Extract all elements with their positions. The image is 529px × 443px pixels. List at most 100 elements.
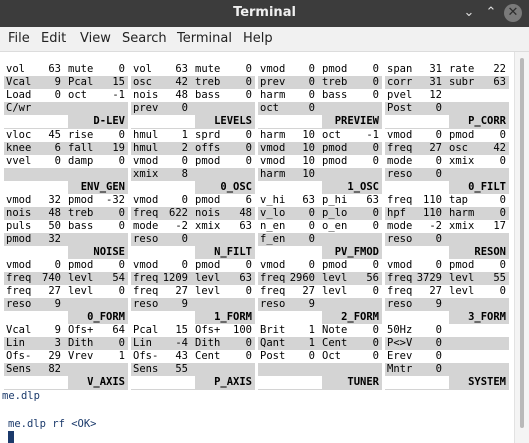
parameter-row: freq 740 levl 54 bbox=[4, 272, 128, 285]
param-value: 0 bbox=[499, 259, 506, 271]
param-label: pmod bbox=[195, 194, 221, 206]
param-label: Sens bbox=[6, 363, 32, 375]
param-label: freq bbox=[133, 272, 159, 284]
param-label: freq bbox=[6, 285, 32, 297]
param-value: 48 bbox=[48, 207, 61, 219]
parameter-row: vmod 0 pmod 0 bbox=[385, 259, 509, 272]
close-icon[interactable]: ✕ bbox=[504, 4, 522, 22]
param-label: rise bbox=[68, 129, 94, 141]
param-value: 9 bbox=[181, 298, 188, 310]
param-value: 9 bbox=[308, 298, 315, 310]
param-label: freq bbox=[260, 285, 286, 297]
parameter-row: freq 27 levl 0 bbox=[385, 285, 509, 298]
param-label: reso bbox=[133, 298, 159, 310]
terminal-area[interactable]: vol 63 mute 0 Vcal 9 Pcal 15 Load 0 oct -1 C/wr D-LEV… bbox=[0, 52, 514, 443]
param-label: vmod bbox=[260, 63, 286, 75]
param-value: 0 bbox=[372, 155, 379, 167]
param-label: levl bbox=[68, 272, 94, 284]
menu-help[interactable]: Help bbox=[243, 31, 273, 46]
param-label: Dith bbox=[195, 337, 221, 349]
param-label: reso bbox=[387, 233, 413, 245]
param-label: Cent bbox=[195, 350, 221, 362]
parameter-row: Pcal 15 Ofs+ 100 bbox=[131, 324, 255, 337]
param-value: 2 bbox=[181, 142, 188, 154]
param-value: 0 bbox=[308, 102, 315, 114]
param-label: Lin bbox=[133, 337, 152, 349]
param-value: 55 bbox=[493, 272, 506, 284]
param-label: Vrev bbox=[68, 350, 94, 362]
param-label: mode bbox=[387, 155, 413, 167]
param-label: reso bbox=[6, 298, 32, 310]
param-value: 63 bbox=[239, 220, 252, 232]
parameter-row: reso 9 bbox=[258, 298, 382, 311]
parameter-row: vmod 0 pmod 0 bbox=[4, 259, 128, 272]
param-value: 1 bbox=[181, 129, 188, 141]
param-value: 0 bbox=[372, 350, 379, 362]
menu-edit[interactable]: Edit bbox=[41, 31, 66, 46]
param-label: vmod bbox=[260, 142, 286, 154]
panel-title-filler bbox=[4, 246, 68, 259]
param-value: 0 bbox=[499, 207, 506, 219]
parameter-row: mode 0 xmix 0 bbox=[385, 155, 509, 168]
param-value: 0 bbox=[499, 129, 506, 141]
menu-search[interactable]: Search bbox=[122, 31, 167, 46]
menu-file[interactable]: File bbox=[8, 31, 30, 46]
param-label: xmix bbox=[449, 155, 475, 167]
param-label: osc bbox=[449, 142, 468, 154]
parameter-row: vmod 10 pmod 0 bbox=[258, 142, 382, 155]
parameter-row: puls 50 bass 0 bbox=[4, 220, 128, 233]
param-value: 3729 bbox=[416, 272, 442, 284]
menu-view[interactable]: View bbox=[80, 31, 111, 46]
param-label: Cent bbox=[322, 337, 348, 349]
param-value: 0 bbox=[245, 129, 252, 141]
param-label: mode bbox=[387, 220, 413, 232]
param-label: p_lo bbox=[322, 207, 348, 219]
param-label: nois bbox=[133, 89, 159, 101]
parameter-row: vvel 0 damp 0 bbox=[4, 155, 128, 168]
scrollbar[interactable] bbox=[514, 52, 529, 443]
param-label: span bbox=[387, 63, 413, 75]
param-value: 45 bbox=[48, 129, 61, 141]
parameter-row: Ofs- 29 Vrev 1 bbox=[4, 350, 128, 363]
maximize-icon[interactable]: ⌃ bbox=[482, 4, 500, 22]
panel-title-filler bbox=[258, 246, 322, 259]
panel-pv-fmod: v_hi 63 p_hi 63 v_lo 0 p_lo 0 n_en 0 o_en 0 f_en 0 PV_… bbox=[258, 194, 382, 260]
terminal-command-line: me.dlp rf <OK> bbox=[8, 418, 97, 430]
panel-title-text: 0_FILT bbox=[468, 181, 506, 193]
param-value: 0 bbox=[118, 220, 125, 232]
minimize-icon[interactable]: ⌄ bbox=[460, 4, 478, 22]
param-value: 0 bbox=[308, 220, 315, 232]
param-label: nois bbox=[195, 207, 221, 219]
param-value: 0 bbox=[54, 89, 61, 101]
parameter-row: span 31 rate 22 bbox=[385, 63, 509, 76]
param-value: 3 bbox=[54, 337, 61, 349]
param-value: 0 bbox=[245, 142, 252, 154]
panel-title-text: ENV_GEN bbox=[80, 181, 125, 193]
param-value: 27 bbox=[48, 285, 61, 297]
panel-title-text: D-LEV bbox=[93, 115, 125, 127]
panel-p-corr: span 31 rate 22 corr 31 subr 63 pvel 12 Post 0 P_COR… bbox=[385, 63, 509, 129]
menu-terminal[interactable]: Terminal bbox=[177, 31, 232, 46]
param-label: freq bbox=[133, 207, 159, 219]
param-value: 0 bbox=[245, 337, 252, 349]
parameter-row: harm 10 bbox=[258, 168, 382, 181]
parameter-row: pvel 12 bbox=[385, 89, 509, 102]
panel-title-filler bbox=[258, 115, 322, 128]
parameter-row: pmod 32 bbox=[4, 233, 128, 246]
param-value: 0 bbox=[435, 324, 442, 336]
param-value: 9 bbox=[54, 298, 61, 310]
param-label: p_hi bbox=[322, 194, 348, 206]
param-value: 0 bbox=[118, 337, 125, 349]
panel-title: SYSTEM bbox=[385, 376, 509, 389]
param-label: vmod bbox=[260, 259, 286, 271]
param-label: P<>V bbox=[387, 337, 413, 349]
window-title: Terminal bbox=[233, 5, 296, 20]
param-value: 63 bbox=[48, 63, 61, 75]
parameter-row: Sens 55 bbox=[131, 363, 255, 376]
param-label: vmod bbox=[6, 194, 32, 206]
parameter-row: Erev 0 bbox=[385, 350, 509, 363]
param-label: Qant bbox=[260, 337, 286, 349]
scrollbar-thumb[interactable] bbox=[520, 58, 524, 428]
param-value: 0 bbox=[372, 63, 379, 75]
panel-title: P_AXIS bbox=[131, 376, 255, 389]
